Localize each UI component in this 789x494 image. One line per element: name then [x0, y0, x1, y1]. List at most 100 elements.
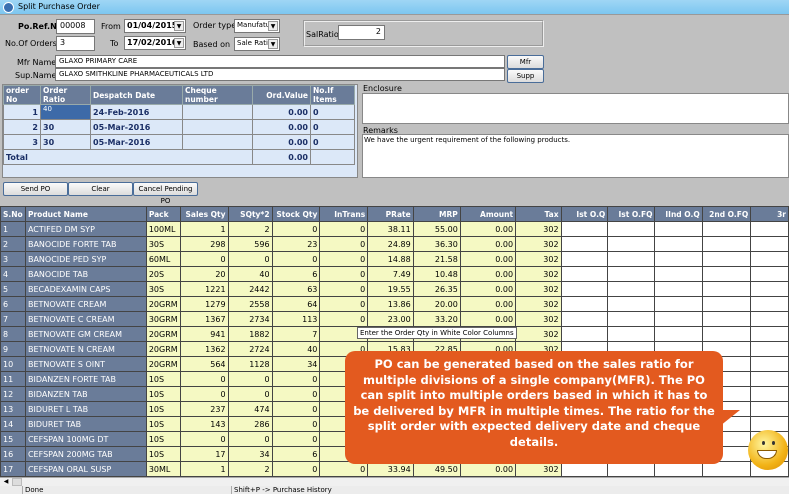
order-qty-input[interactable] — [654, 296, 703, 312]
order-qty-input[interactable] — [750, 401, 789, 417]
col-sqty-2[interactable]: SQty*2 — [227, 206, 273, 222]
chevron-down-icon[interactable]: ▼ — [174, 21, 184, 31]
order-qty-input[interactable] — [750, 236, 789, 252]
order-qty-input[interactable] — [701, 251, 752, 267]
scroll-thumb[interactable] — [12, 478, 22, 486]
no-orders-input[interactable]: 3 — [56, 36, 95, 51]
sup-name-input[interactable]: GLAXO SMITHKLINE PHARMACEUTICALS LTD — [55, 68, 505, 81]
order-qty-input[interactable] — [654, 326, 703, 342]
order-ratio-cell[interactable]: 30 — [40, 119, 91, 135]
supp-button[interactable]: Supp — [507, 69, 544, 83]
order-type-select[interactable]: Manufatur ▼ — [234, 19, 280, 33]
product-row[interactable]: 3 BANOCIDE PED SYP 60ML 0 0 0 0 14.88 21.58 0.00 3… — [0, 251, 789, 267]
order-qty-input[interactable] — [750, 311, 789, 327]
order-qty-input[interactable] — [750, 221, 789, 237]
col-prate[interactable]: PRate — [367, 206, 414, 222]
order-qty-input[interactable] — [750, 356, 789, 372]
order-qty-input[interactable] — [750, 326, 789, 342]
order-qty-input[interactable] — [607, 266, 656, 282]
order-row[interactable]: 2 30 05-Mar-2016 0.00 0 — [3, 119, 355, 135]
from-date-picker[interactable]: 01/04/2015 ▼ — [124, 19, 186, 33]
order-qty-input[interactable] — [750, 296, 789, 312]
enclosure-textarea[interactable] — [362, 93, 789, 124]
order-qty-input[interactable] — [607, 251, 656, 267]
order-row[interactable]: 1 40 24-Feb-2016 0.00 0 — [3, 104, 355, 120]
order-qty-input[interactable] — [750, 341, 789, 357]
col-ist-o-q[interactable]: Ist O.Q — [560, 206, 609, 222]
despatch-date-cell[interactable]: 05-Mar-2016 — [90, 134, 183, 150]
scroll-left-icon[interactable]: ◀ — [1, 478, 11, 486]
order-qty-input[interactable] — [607, 281, 656, 297]
col-tax[interactable]: Tax — [515, 206, 562, 222]
order-qty-input[interactable] — [654, 221, 703, 237]
col-stock-qty[interactable]: Stock Qty — [271, 206, 321, 222]
order-qty-input[interactable] — [654, 311, 703, 327]
col-2nd-o-fq[interactable]: 2nd O.FQ — [701, 206, 752, 222]
order-row[interactable]: 3 30 05-Mar-2016 0.00 0 — [3, 134, 355, 150]
product-row[interactable]: 6 BETNOVATE CREAM 20GRM 1279 2558 64 0 13.86 20.… — [0, 296, 789, 312]
order-qty-input[interactable] — [701, 266, 752, 282]
col-order-ratio[interactable]: Order Ratio — [40, 85, 91, 105]
despatch-date-cell[interactable]: 05-Mar-2016 — [90, 119, 183, 135]
horizontal-scrollbar[interactable]: ◀ — [0, 477, 789, 486]
order-qty-input[interactable] — [560, 311, 609, 327]
remarks-textarea[interactable]: We have the urgent requirement of the fo… — [362, 134, 789, 178]
order-qty-input[interactable] — [607, 236, 656, 252]
order-qty-input[interactable] — [701, 221, 752, 237]
col-amount[interactable]: Amount — [459, 206, 517, 222]
chevron-down-icon[interactable]: ▼ — [268, 39, 278, 49]
col-order-no[interactable]: order No — [3, 85, 41, 105]
col-despatch-date[interactable]: Despatch Date — [90, 85, 183, 105]
order-qty-input[interactable] — [750, 386, 789, 402]
clear-button[interactable]: Clear — [68, 182, 133, 196]
chevron-down-icon[interactable]: ▼ — [174, 38, 184, 48]
col-ord-value[interactable]: Ord.Value — [252, 85, 311, 105]
mfr-name-input[interactable]: GLAXO PRIMARY CARE — [55, 55, 505, 68]
order-qty-input[interactable] — [750, 251, 789, 267]
order-qty-input[interactable] — [750, 281, 789, 297]
product-row[interactable]: 2 BANOCIDE FORTE TAB 30S 298 596 23 0 24.89 36.3… — [0, 236, 789, 252]
order-qty-input[interactable] — [607, 311, 656, 327]
order-ratio-cell[interactable]: 30 — [40, 134, 91, 150]
product-row[interactable]: 1 ACTIFED DM SYP 100ML 1 2 0 0 38.11 55.00 0.00 30… — [0, 221, 789, 237]
cheque-number-cell[interactable] — [182, 119, 253, 135]
product-row[interactable]: 5 BECADEXAMIN CAPS 30S 1221 2442 63 0 19.55 26.3… — [0, 281, 789, 297]
salratio-input[interactable]: 2 — [338, 25, 385, 40]
po-ref-input[interactable]: 00008 — [56, 19, 95, 34]
product-row[interactable]: 4 BANOCIDE TAB 20S 20 40 6 0 7.49 10.48 0.00 302 — [0, 266, 789, 282]
col-ist-o-fq[interactable]: Ist O.FQ — [607, 206, 656, 222]
order-qty-input[interactable] — [560, 281, 609, 297]
order-qty-input[interactable] — [701, 236, 752, 252]
order-qty-input[interactable] — [607, 221, 656, 237]
order-qty-input[interactable] — [560, 221, 609, 237]
order-qty-input[interactable] — [750, 266, 789, 282]
order-qty-input[interactable] — [701, 311, 752, 327]
order-qty-input[interactable] — [654, 251, 703, 267]
chevron-down-icon[interactable]: ▼ — [268, 21, 278, 31]
order-qty-input[interactable] — [701, 326, 752, 342]
cheque-number-cell[interactable] — [182, 104, 253, 120]
order-qty-input[interactable] — [654, 236, 703, 252]
order-qty-input[interactable] — [560, 236, 609, 252]
to-date-picker[interactable]: 17/02/2016 ▼ — [124, 36, 186, 50]
despatch-date-cell[interactable]: 24-Feb-2016 — [90, 104, 183, 120]
order-qty-input[interactable] — [560, 251, 609, 267]
based-on-select[interactable]: Sale Ratio ▼ — [234, 37, 280, 51]
send-po-button[interactable]: Send PO — [3, 182, 68, 196]
order-qty-input[interactable] — [750, 371, 789, 387]
order-qty-input[interactable] — [560, 296, 609, 312]
order-qty-input[interactable] — [654, 281, 703, 297]
col-mrp[interactable]: MRP — [412, 206, 461, 222]
col-no-items[interactable]: No.If Items — [310, 85, 355, 105]
orders-grid[interactable]: order No Order Ratio Despatch Date Chequ… — [2, 84, 358, 178]
col-3r[interactable]: 3r — [750, 206, 789, 222]
order-qty-input[interactable] — [701, 281, 752, 297]
order-qty-input[interactable] — [607, 326, 656, 342]
order-ratio-cell[interactable]: 40 — [40, 104, 91, 120]
col-product-name[interactable]: Product Name — [24, 206, 147, 222]
order-qty-input[interactable] — [607, 296, 656, 312]
col-iind-o-q[interactable]: IInd O.Q — [654, 206, 703, 222]
product-row[interactable]: 7 BETNOVATE C CREAM 30GRM 1367 2734 113 0 23.00… — [0, 311, 789, 327]
order-qty-input[interactable] — [701, 296, 752, 312]
order-qty-input[interactable] — [560, 266, 609, 282]
